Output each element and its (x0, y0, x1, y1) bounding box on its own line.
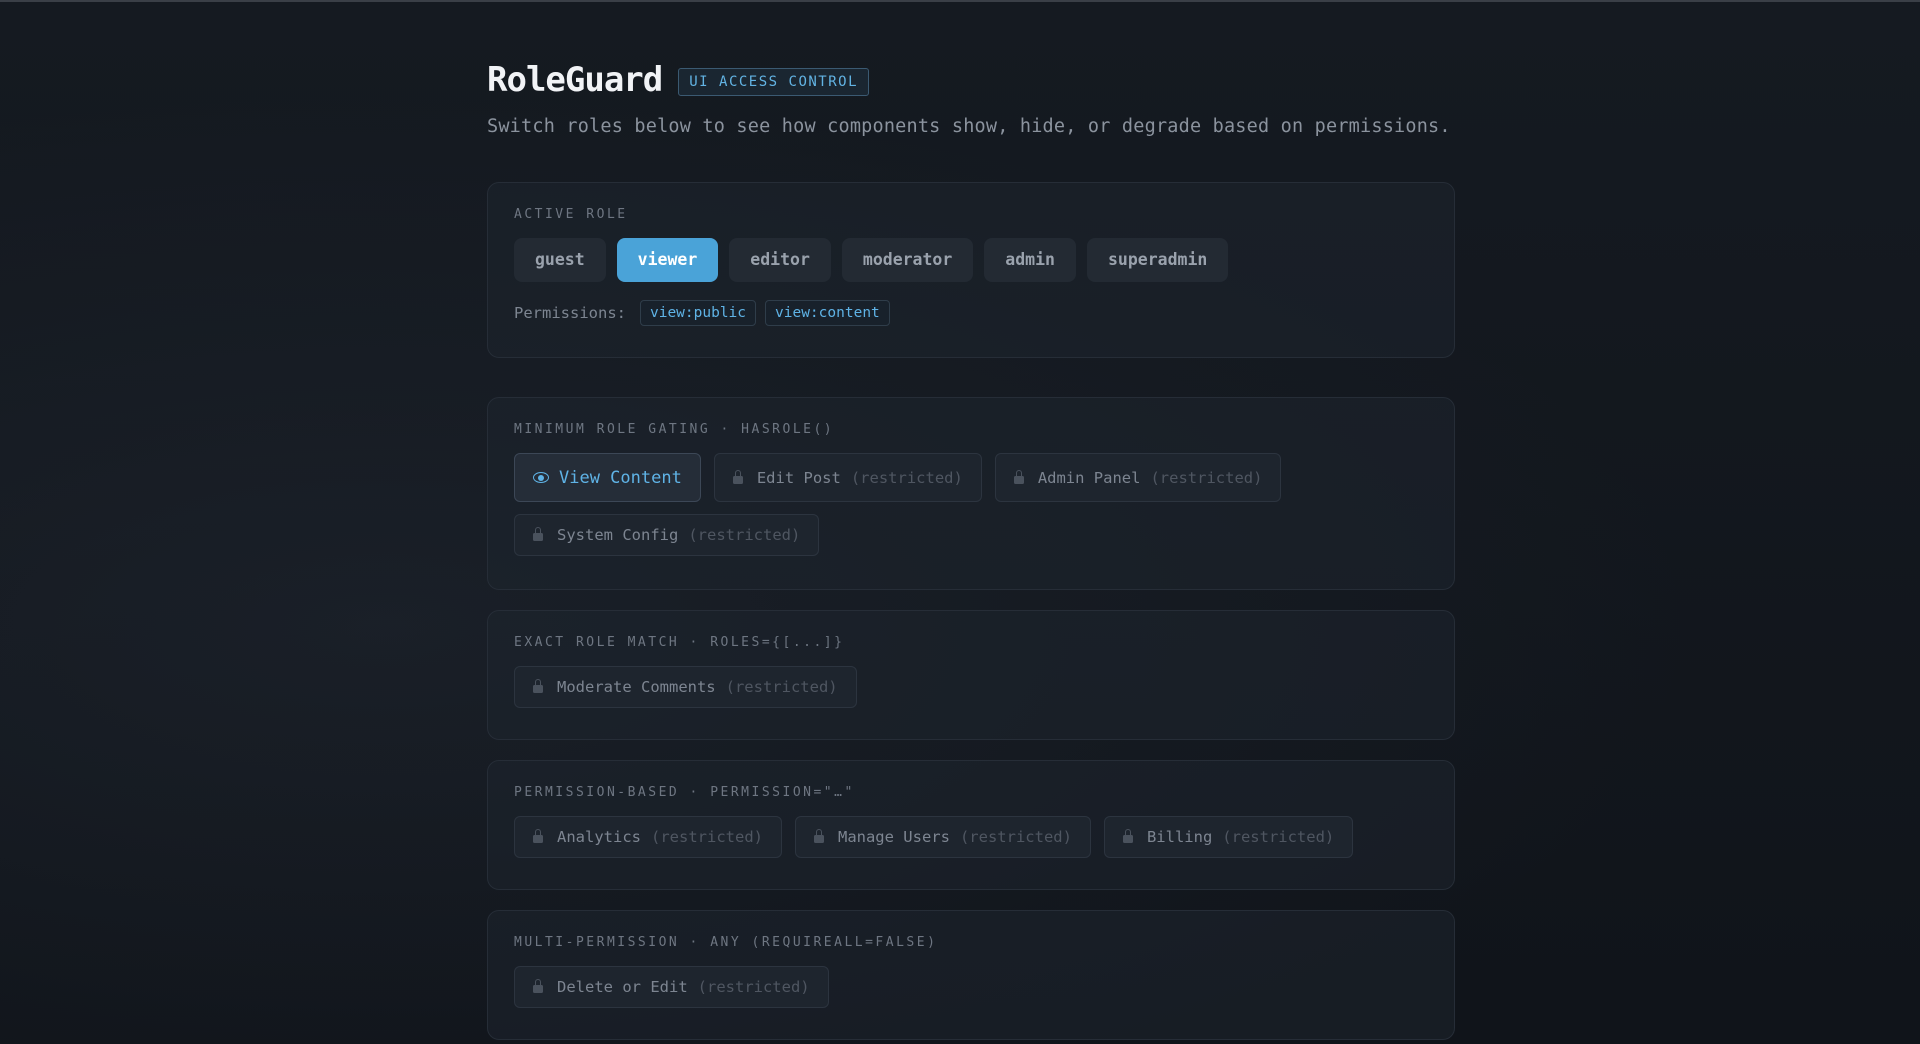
header-tag-badge: UI ACCESS CONTROL (678, 68, 870, 96)
moderate-comments-button[interactable]: Moderate Comments (restricted) (514, 666, 857, 708)
section-label: MULTI-PERMISSION · ANY (REQUIREALL=FALSE… (514, 935, 938, 950)
item-name: Edit Post (756, 468, 841, 487)
restricted-label: (restricted) (959, 828, 1072, 846)
section-items: Analytics (restricted) Manage Users (res… (514, 816, 1428, 858)
section-permission-based: PERMISSION-BASED · PERMISSION="…" Analyt… (487, 760, 1455, 890)
section-items: View Content Edit Post (restricted) Admi… (514, 453, 1428, 556)
role-button-moderator[interactable]: moderator (841, 238, 974, 282)
restricted-label: (restricted) (725, 678, 838, 696)
role-button-guest[interactable]: guest (514, 238, 606, 282)
section-label: MINIMUM ROLE GATING · HASROLE() (514, 422, 835, 437)
lock-icon (1122, 829, 1133, 843)
permissions-label: Permissions: (514, 304, 626, 322)
section-multi-permission: MULTI-PERMISSION · ANY (REQUIREALL=FALSE… (487, 910, 1455, 1040)
page-subtitle: Switch roles below to see how components… (487, 116, 1451, 137)
role-button-editor[interactable]: editor (729, 238, 831, 282)
role-switcher: guest viewer editor moderator admin supe… (514, 238, 1428, 282)
manage-users-button[interactable]: Manage Users (restricted) (794, 816, 1091, 858)
section-min-role-gating: MINIMUM ROLE GATING · HASROLE() View Con… (487, 397, 1455, 590)
page-title: RoleGuard (487, 60, 663, 100)
restricted-label: (restricted) (697, 978, 810, 996)
permission-chip: view:content (765, 300, 890, 326)
lock-icon (533, 527, 543, 541)
permissions-row: Permissions: view:public view:content (514, 300, 1428, 326)
delete-or-edit-button[interactable]: Delete or Edit (restricted) (514, 966, 829, 1008)
active-role-label: ACTIVE ROLE (514, 207, 628, 222)
item-name: System Config (557, 526, 679, 544)
item-name: Admin Panel (1037, 468, 1141, 487)
restricted-label: (restricted) (1150, 468, 1263, 487)
lock-icon (533, 679, 543, 693)
page-header: RoleGuard UI ACCESS CONTROL (487, 60, 1455, 100)
item-name: Analytics (557, 828, 641, 846)
lock-icon (533, 979, 543, 993)
role-button-admin[interactable]: admin (984, 238, 1076, 282)
item-name: Moderate Comments (557, 678, 716, 696)
section-items: Moderate Comments (restricted) (514, 666, 1428, 708)
lock-icon (813, 829, 824, 843)
lock-icon (732, 469, 743, 484)
main-container: RoleGuard UI ACCESS CONTROL Switch roles… (487, 0, 1455, 1040)
section-exact-role-match: EXACT ROLE MATCH · ROLES={[...]} Moderat… (487, 610, 1455, 740)
system-config-button[interactable]: System Config (restricted) (514, 514, 820, 556)
role-button-viewer[interactable]: viewer (616, 238, 719, 282)
billing-button[interactable]: Billing (restricted) (1103, 816, 1354, 858)
restricted-label: (restricted) (651, 828, 763, 846)
role-button-superadmin[interactable]: superadmin (1086, 238, 1229, 282)
permission-chip: view:public (639, 300, 757, 326)
section-label: EXACT ROLE MATCH · ROLES={[...]} (514, 635, 845, 650)
lock-icon (533, 829, 543, 843)
active-role-card: ACTIVE ROLE guest viewer editor moderato… (487, 182, 1455, 358)
view-content-button[interactable]: View Content (514, 453, 701, 502)
section-items: Delete or Edit (restricted) (514, 966, 1428, 1008)
admin-panel-button[interactable]: Admin Panel (restricted) (994, 453, 1282, 502)
item-name: Billing (1146, 828, 1213, 846)
restricted-label: (restricted) (688, 526, 801, 544)
item-name: Manage Users (837, 828, 950, 846)
lock-icon (1013, 469, 1024, 484)
restricted-label: (restricted) (850, 468, 963, 487)
item-name: Delete or Edit (557, 978, 688, 996)
item-name: View Content (559, 467, 682, 488)
restricted-label: (restricted) (1222, 828, 1335, 846)
section-label: PERMISSION-BASED · PERMISSION="…" (514, 785, 855, 800)
analytics-button[interactable]: Analytics (restricted) (514, 816, 782, 858)
eye-icon (533, 472, 549, 483)
edit-post-button[interactable]: Edit Post (restricted) (713, 453, 982, 502)
